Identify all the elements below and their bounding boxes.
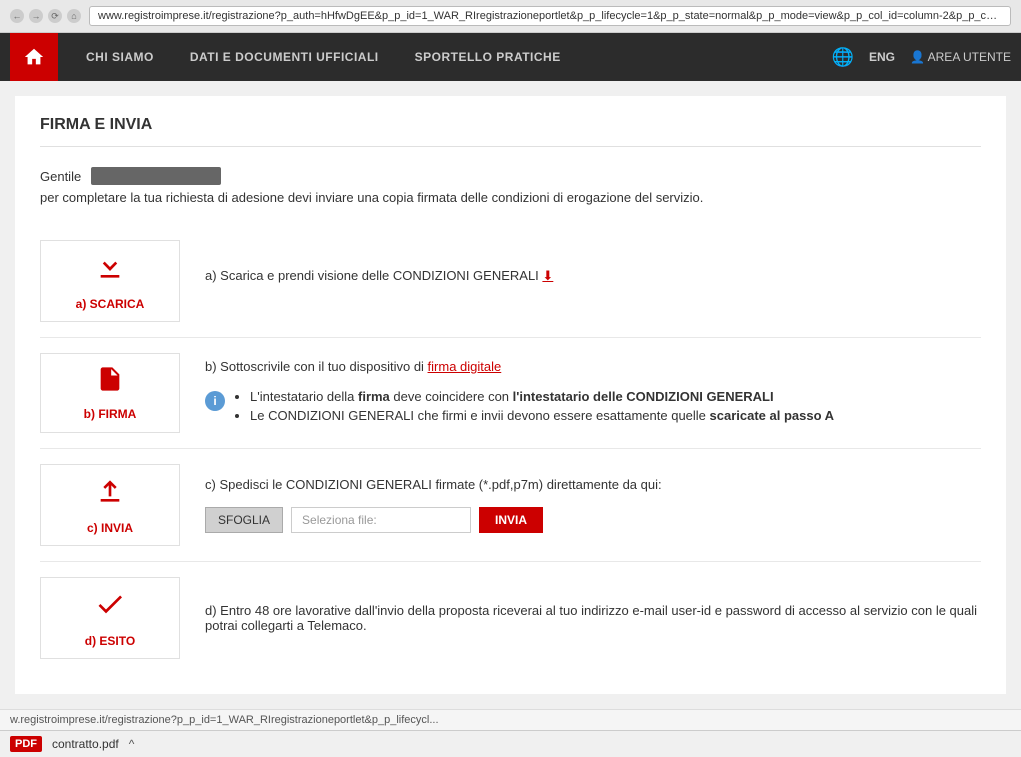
- step-d-content: d) Entro 48 ore lavorative dall'invio de…: [205, 577, 981, 659]
- area-utente-link[interactable]: AREA UTENTE: [910, 50, 1011, 64]
- step-b-content: b) Sottoscrivile con il tuo dispositivo …: [205, 353, 981, 433]
- browser-chrome: ← → ⟳ ⌂ www.registroimprese.it/registraz…: [0, 0, 1021, 33]
- info-icon: i: [205, 391, 225, 411]
- browser-nav-buttons: ← → ⟳ ⌂: [10, 9, 81, 23]
- condizioni-generali-link[interactable]: ⬇: [542, 268, 553, 283]
- back-button[interactable]: ←: [10, 9, 24, 23]
- step-c-row: c) INVIA c) Spedisci le CONDIZIONI GENER…: [40, 449, 981, 562]
- step-b-description: b) Sottoscrivile con il tuo dispositivo …: [205, 359, 981, 374]
- nav-chi-siamo[interactable]: CHI SIAMO: [68, 33, 172, 81]
- step-d-label: d) ESITO: [85, 634, 135, 648]
- step-a-text: a) Scarica e prendi visione delle CONDIZ…: [205, 268, 542, 283]
- firma-icon: [96, 365, 124, 401]
- steps-container: a) SCARICA a) Scarica e prendi visione d…: [40, 225, 981, 674]
- info-item-2: Le CONDIZIONI GENERALI che firmi e invii…: [250, 408, 834, 423]
- home-nav-icon[interactable]: [10, 33, 58, 81]
- greeting-section: Gentile per completare la tua richiesta …: [40, 167, 981, 205]
- home-nav-button[interactable]: ⌂: [67, 9, 81, 23]
- step-c-description: c) Spedisci le CONDIZIONI GENERALI firma…: [205, 477, 981, 492]
- step-a-label: a) SCARICA: [76, 297, 145, 311]
- step-a-row: a) SCARICA a) Scarica e prendi visione d…: [40, 225, 981, 338]
- pdf-expand-button[interactable]: ^: [129, 737, 135, 751]
- step-d-description: d) Entro 48 ore lavorative dall'invio de…: [205, 603, 981, 633]
- top-navigation: CHI SIAMO DATI E DOCUMENTI UFFICIALI SPO…: [0, 33, 1021, 81]
- step-c-content: c) Spedisci le CONDIZIONI GENERALI firma…: [205, 464, 981, 546]
- nav-dati-documenti[interactable]: DATI E DOCUMENTI UFFICIALI: [172, 33, 397, 81]
- step-d-icon-box[interactable]: d) ESITO: [40, 577, 180, 659]
- nav-right: 🌐 ENG AREA UTENTE: [832, 47, 1011, 68]
- nav-sportello[interactable]: SPORTELLO PRATICHE: [397, 33, 579, 81]
- nav-items: CHI SIAMO DATI E DOCUMENTI UFFICIALI SPO…: [68, 33, 579, 81]
- step-d-row: d) ESITO d) Entro 48 ore lavorative dall…: [40, 562, 981, 674]
- info-item-1: L'intestatario della firma deve coincide…: [250, 389, 834, 404]
- step-a-icon-box[interactable]: a) SCARICA: [40, 240, 180, 322]
- status-url: w.registroimprese.it/registrazione?p_p_i…: [10, 714, 439, 726]
- step-b-row: b) FIRMA b) Sottoscrivile con il tuo dis…: [40, 338, 981, 449]
- pdf-filename[interactable]: contratto.pdf: [52, 737, 119, 751]
- file-input-display[interactable]: Seleziona file:: [291, 507, 471, 533]
- greeting-text: per completare la tua richiesta di adesi…: [40, 190, 981, 205]
- globe-icon: 🌐: [832, 47, 854, 68]
- upload-row: SFOGLIA Seleziona file: INVIA: [205, 507, 981, 533]
- pdf-icon: PDF: [10, 736, 42, 752]
- step-b-label: b) FIRMA: [84, 407, 137, 421]
- upload-icon: [94, 475, 126, 515]
- main-content: FIRMA E INVIA Gentile per completare la …: [15, 96, 1006, 694]
- check-icon: [94, 588, 126, 628]
- sfoglia-button[interactable]: SFOGLIA: [205, 507, 283, 533]
- info-box: i L'intestatario della firma deve coinci…: [205, 389, 981, 427]
- step-b-text: b) Sottoscrivile con il tuo dispositivo …: [205, 359, 428, 374]
- reload-button[interactable]: ⟳: [48, 9, 62, 23]
- firma-digitale-link[interactable]: firma digitale: [428, 359, 502, 374]
- status-bar: w.registroimprese.it/registrazione?p_p_i…: [0, 709, 1021, 730]
- step-c-label: c) INVIA: [87, 521, 133, 535]
- page-title: FIRMA E INVIA: [40, 116, 981, 147]
- info-list: L'intestatario della firma deve coincide…: [235, 389, 834, 427]
- step-b-icon-box[interactable]: b) FIRMA: [40, 353, 180, 433]
- invia-button[interactable]: INVIA: [479, 507, 543, 533]
- greeting-row: Gentile: [40, 167, 981, 185]
- step-a-description: a) Scarica e prendi visione delle CONDIZ…: [205, 268, 981, 284]
- address-bar[interactable]: www.registroimprese.it/registrazione?p_a…: [89, 6, 1011, 26]
- bottom-bar: PDF contratto.pdf ^: [0, 730, 1021, 757]
- greeting-label: Gentile: [40, 169, 81, 184]
- step-a-content: a) Scarica e prendi visione delle CONDIZ…: [205, 240, 981, 322]
- step-c-icon-box[interactable]: c) INVIA: [40, 464, 180, 546]
- forward-button[interactable]: →: [29, 9, 43, 23]
- language-selector[interactable]: ENG: [869, 50, 895, 64]
- download-icon: [94, 251, 126, 291]
- greeting-name-placeholder: [91, 167, 221, 185]
